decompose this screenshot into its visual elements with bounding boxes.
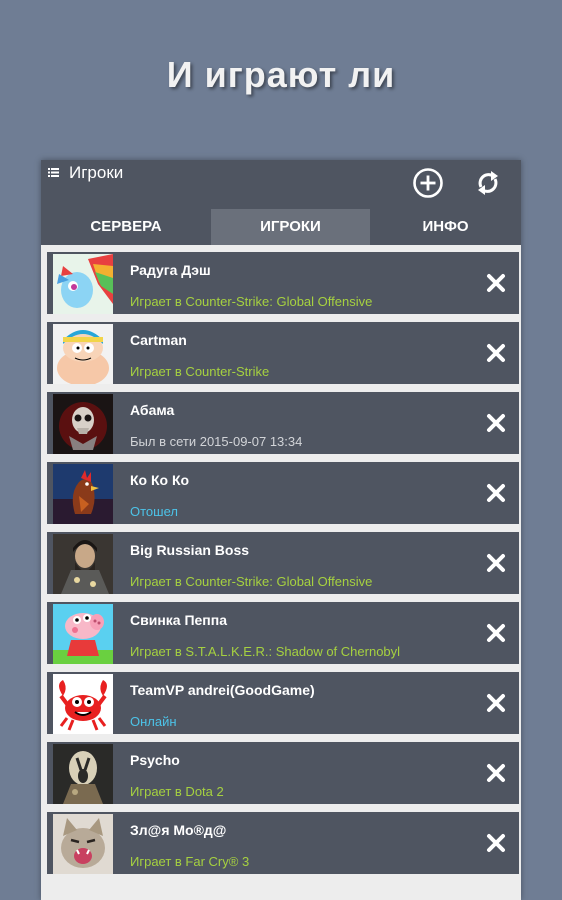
close-icon[interactable] bbox=[485, 832, 507, 854]
player-name: Psycho bbox=[130, 752, 180, 768]
list-icon[interactable] bbox=[48, 168, 59, 177]
tab-info[interactable]: ИНФО bbox=[370, 209, 521, 245]
close-icon[interactable] bbox=[485, 482, 507, 504]
app-screen: Игроки СЕРВЕРА ИГРОКИ ИНФО Радуга Дэш Иг… bbox=[41, 160, 521, 900]
player-name: Радуга Дэш bbox=[130, 262, 211, 278]
refresh-icon[interactable] bbox=[472, 167, 504, 199]
cartman-avatar bbox=[53, 324, 113, 384]
player-row[interactable]: TeamVP andrei(GoodGame) Онлайн bbox=[47, 672, 519, 734]
player-status: Отошел bbox=[130, 504, 178, 519]
tab-servers[interactable]: СЕРВЕРА bbox=[41, 209, 211, 245]
player-status: Играет в Counter-Strike bbox=[130, 364, 270, 379]
player-name: Свинка Пеппа bbox=[130, 612, 228, 628]
player-list: Радуга Дэш Играет в Counter-Strike: Glob… bbox=[47, 252, 519, 882]
rooster-avatar bbox=[53, 464, 113, 524]
player-row[interactable]: Ко Ко Ко Отошел bbox=[47, 462, 519, 524]
player-name: Big Russian Boss bbox=[130, 542, 250, 558]
player-name: Абама bbox=[130, 402, 175, 418]
close-icon[interactable] bbox=[485, 272, 507, 294]
player-row[interactable]: Зл@я Мо®д@ Играет в Far Cry® 3 bbox=[47, 812, 519, 874]
close-icon[interactable] bbox=[485, 552, 507, 574]
promo-headline: И играют ли bbox=[166, 54, 396, 95]
close-icon[interactable] bbox=[485, 622, 507, 644]
player-status: Играет в S.T.A.L.K.E.R.: Shadow of Chern… bbox=[130, 644, 401, 659]
player-row[interactable]: Свинка Пеппа Играет в S.T.A.L.K.E.R.: Sh… bbox=[47, 602, 519, 664]
rainbow-dash-avatar bbox=[53, 254, 113, 314]
tab-players[interactable]: ИГРОКИ bbox=[211, 209, 370, 245]
player-row[interactable]: Psycho Играет в Dota 2 bbox=[47, 742, 519, 804]
player-status: Играет в Dota 2 bbox=[130, 784, 224, 799]
player-name: Cartman bbox=[130, 332, 187, 348]
peppa-pig-avatar bbox=[53, 604, 113, 664]
player-status: Был в сети 2015-09-07 13:34 bbox=[130, 434, 303, 449]
player-name: Ко Ко Ко bbox=[130, 472, 190, 488]
player-row[interactable]: Радуга Дэш Играет в Counter-Strike: Glob… bbox=[47, 252, 519, 314]
player-row[interactable]: Big Russian Boss Играет в Counter-Strike… bbox=[47, 532, 519, 594]
player-status: Играет в Counter-Strike: Global Offensiv… bbox=[130, 294, 373, 309]
player-name: Зл@я Мо®д@ bbox=[130, 822, 227, 838]
player-status: Играет в Counter-Strike: Global Offensiv… bbox=[130, 574, 373, 589]
app-title: Игроки bbox=[69, 163, 124, 182]
player-status: Онлайн bbox=[130, 714, 177, 729]
tab-bar: СЕРВЕРА ИГРОКИ ИНФО bbox=[41, 209, 521, 245]
psycho-mask-avatar bbox=[53, 744, 113, 804]
close-icon[interactable] bbox=[485, 342, 507, 364]
player-row[interactable]: Абама Был в сети 2015-09-07 13:34 bbox=[47, 392, 519, 454]
crab-avatar bbox=[53, 674, 113, 734]
player-name: TeamVP andrei(GoodGame) bbox=[130, 682, 315, 698]
skull-avatar bbox=[53, 394, 113, 454]
add-circle-icon[interactable] bbox=[412, 167, 444, 199]
close-icon[interactable] bbox=[485, 412, 507, 434]
big-russian-boss-avatar bbox=[53, 534, 113, 594]
player-row[interactable]: Cartman Играет в Counter-Strike bbox=[47, 322, 519, 384]
close-icon[interactable] bbox=[485, 762, 507, 784]
app-bar: Игроки СЕРВЕРА ИГРОКИ ИНФО bbox=[41, 160, 521, 245]
close-icon[interactable] bbox=[485, 692, 507, 714]
cat-avatar bbox=[53, 814, 113, 874]
player-status: Играет в Far Cry® 3 bbox=[130, 854, 250, 869]
